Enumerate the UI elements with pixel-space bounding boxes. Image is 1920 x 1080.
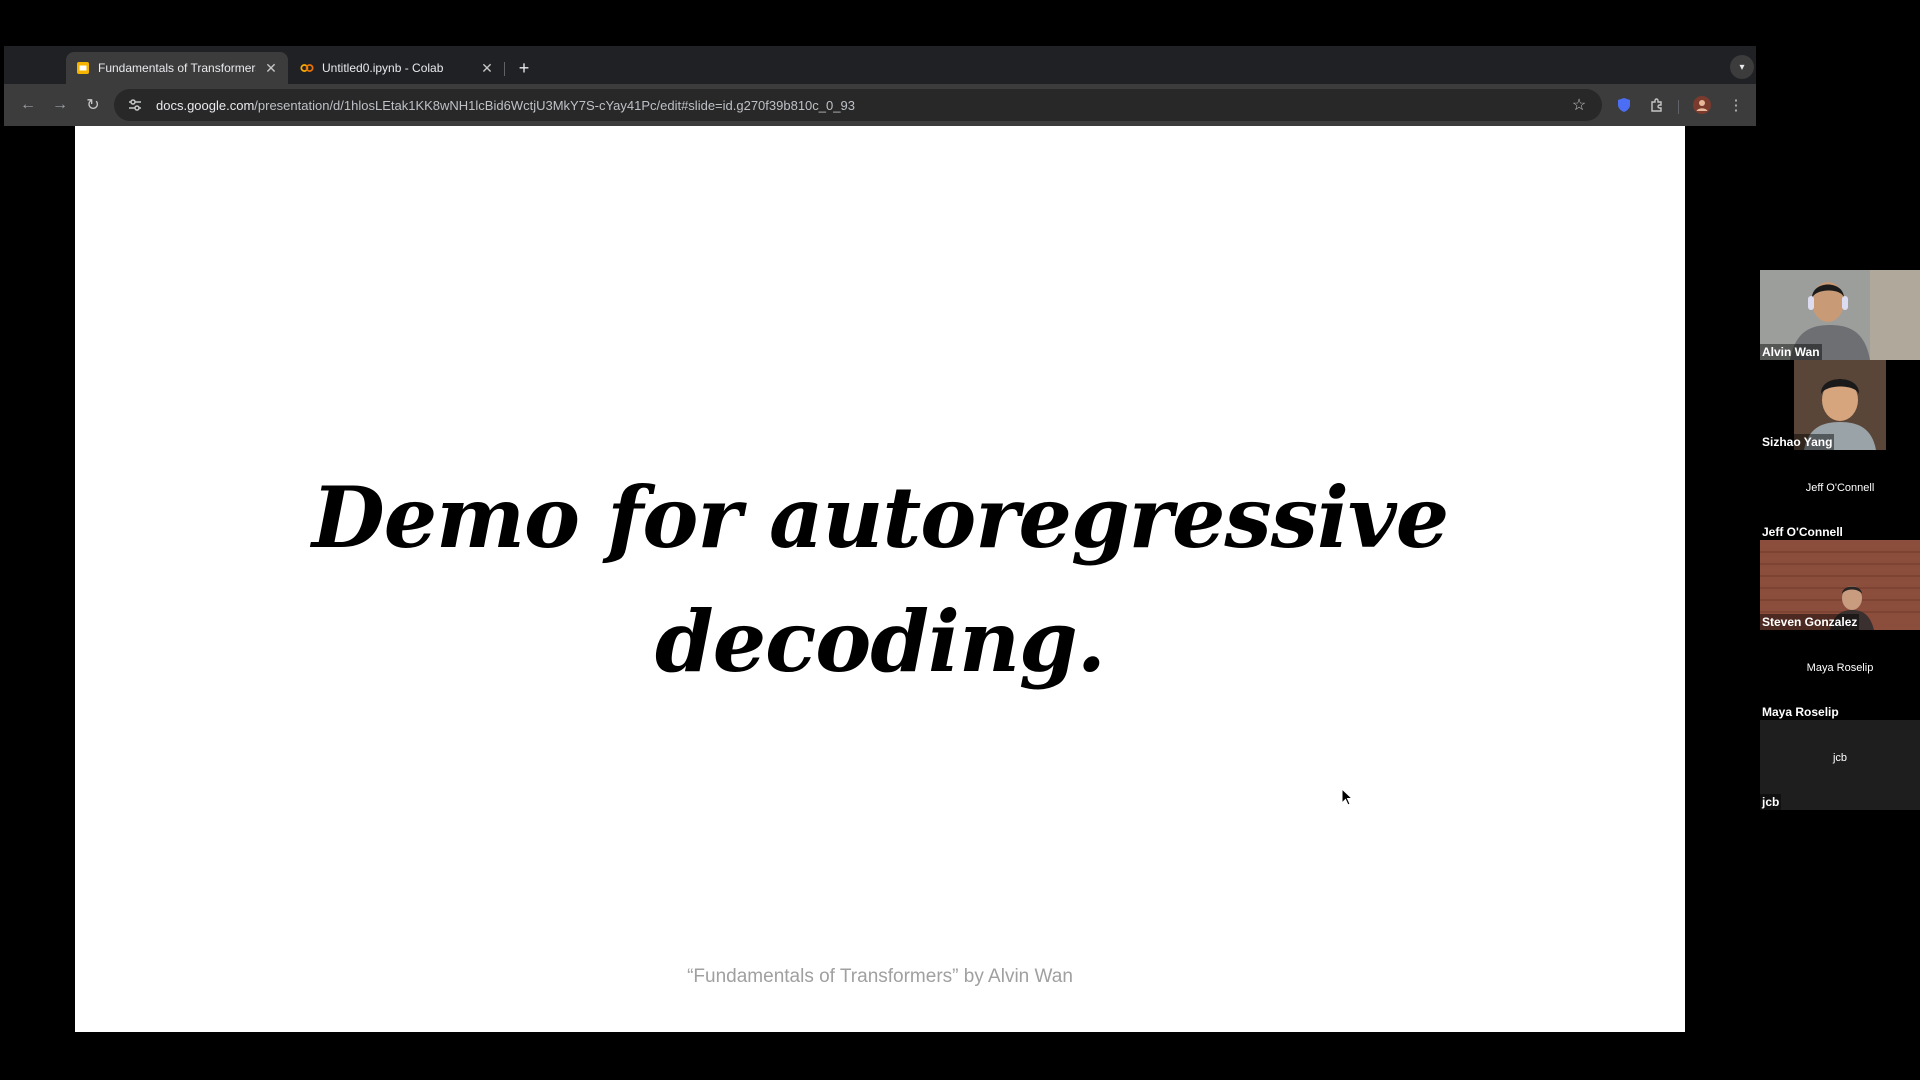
browser-window: Fundamentals of Transformers ✕ Untitled0…	[4, 46, 1756, 126]
mouse-pointer-icon	[1341, 787, 1354, 811]
url-host: docs.google.com	[156, 97, 255, 113]
profile-avatar-icon[interactable]	[1690, 93, 1714, 117]
participant-name: Alvin Wan	[1760, 344, 1822, 360]
tab-strip: Fundamentals of Transformers ✕ Untitled0…	[4, 46, 1756, 84]
reload-icon[interactable]: ↻	[81, 93, 105, 117]
participant-tile-steven-gonzalez[interactable]: Steven Gonzalez	[1760, 540, 1920, 630]
participant-tile-sizhao-yang[interactable]: Sizhao Yang	[1760, 360, 1920, 450]
tab-colab-notebook[interactable]: Untitled0.ipynb - Colab ✕	[290, 52, 504, 84]
toolbar-divider	[1678, 100, 1679, 114]
slide-title: Demo for autoregressive decoding.	[75, 456, 1685, 704]
presentation-slide: Demo for autoregressive decoding. “Funda…	[75, 126, 1685, 1032]
close-tab-icon[interactable]: ✕	[262, 59, 280, 77]
participant-name: jcb	[1760, 794, 1782, 810]
extensions-puzzle-icon[interactable]	[1645, 93, 1669, 117]
tab-search-chevron-icon[interactable]: ▾	[1730, 55, 1754, 79]
extension-shield-icon[interactable]	[1612, 93, 1636, 117]
browser-toolbar: ← → ↻ docs.google.com/presentation/d/1hl…	[4, 84, 1756, 126]
slide-title-line-2: decoding.	[654, 592, 1106, 691]
new-tab-button[interactable]: +	[512, 56, 536, 80]
close-tab-icon[interactable]: ✕	[478, 59, 496, 77]
tab-fundamentals-of-transformers[interactable]: Fundamentals of Transformers ✕	[66, 52, 288, 84]
participant-tile-jeff-oconnell[interactable]: Jeff O'Connell Jeff O'Connell	[1760, 450, 1920, 540]
address-bar[interactable]: docs.google.com/presentation/d/1hlosLEta…	[114, 89, 1602, 121]
slides-icon	[76, 61, 90, 75]
participant-placeholder-name: jcb	[1832, 752, 1848, 764]
site-settings-icon[interactable]	[124, 94, 146, 116]
back-arrow-icon[interactable]: ←	[16, 93, 40, 117]
bookmark-star-icon[interactable]: ☆	[1568, 94, 1590, 116]
participant-name: Maya Roselip	[1760, 704, 1841, 720]
slide-title-line-1: Demo for autoregressive	[311, 468, 1449, 567]
slide-footer-credit: “Fundamentals of Transformers” by Alvin …	[687, 966, 1073, 987]
participant-name: Steven Gonzalez	[1760, 614, 1860, 630]
tab-title: Untitled0.ipynb - Colab	[322, 61, 444, 75]
url-path: /presentation/d/1hlosLEtak1KK8wNH1lcBid6…	[254, 97, 855, 113]
tab-separator	[504, 62, 505, 76]
participant-name: Sizhao Yang	[1760, 434, 1835, 450]
menu-kebab-icon[interactable]: ⋮	[1724, 93, 1748, 117]
participant-placeholder-name: Maya Roselip	[1806, 662, 1874, 674]
url-text[interactable]: docs.google.com/presentation/d/1hlosLEta…	[156, 98, 855, 113]
participant-tile-alvin-wan[interactable]: Alvin Wan	[1760, 270, 1920, 360]
participant-name: Jeff O'Connell	[1760, 524, 1845, 540]
participant-placeholder-name: Jeff O'Connell	[1805, 482, 1875, 494]
participant-tile-maya-roselip[interactable]: Maya Roselip Maya Roselip	[1760, 630, 1920, 720]
participant-tile-jcb[interactable]: jcb jcb	[1760, 720, 1920, 810]
tab-title: Fundamentals of Transformers	[98, 61, 256, 75]
participants-panel: Alvin Wan Sizhao Yang Jeff O'Connell Jef…	[1760, 270, 1920, 810]
colab-icon	[300, 61, 314, 75]
forward-arrow-icon[interactable]: →	[48, 93, 72, 117]
